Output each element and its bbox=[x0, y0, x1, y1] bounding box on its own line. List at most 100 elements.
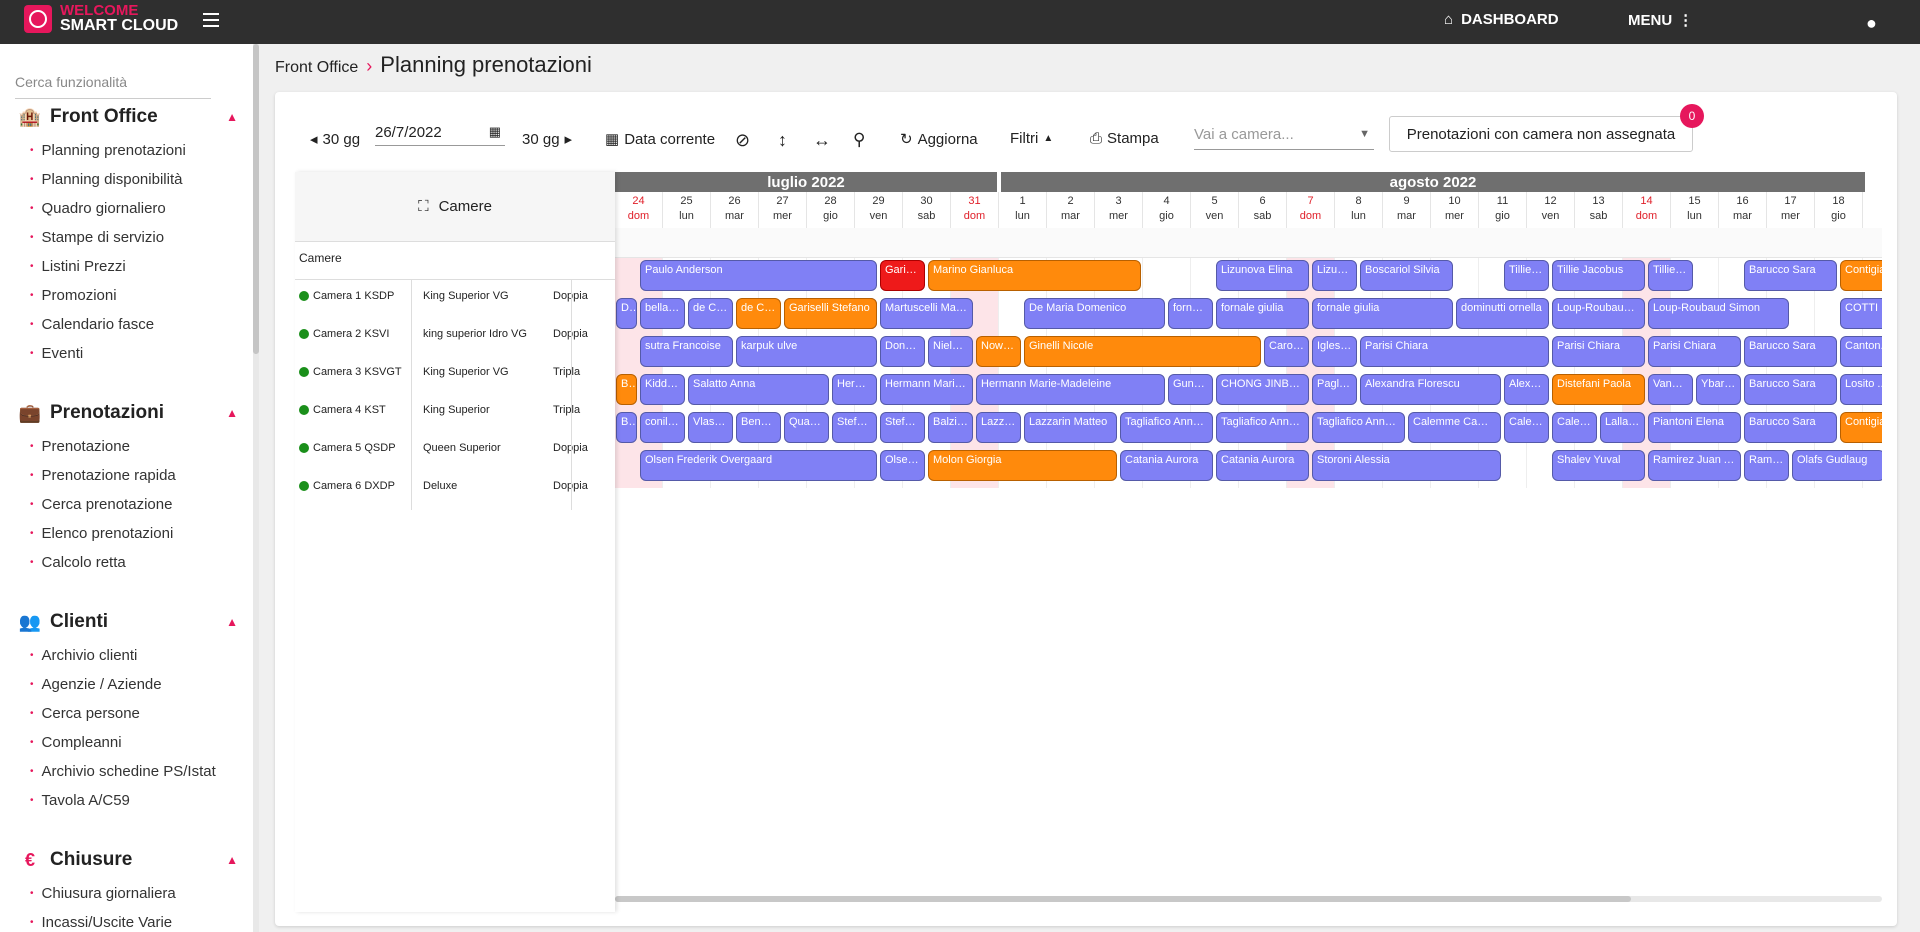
prev-30-days-button[interactable]: ◂ 30 gg bbox=[310, 130, 360, 149]
sidebar-item[interactable]: Calcolo retta bbox=[30, 554, 126, 571]
sidebar-item[interactable]: Prenotazione rapida bbox=[30, 467, 176, 484]
unassigned-reservations-button[interactable]: Prenotazioni con camera non assegnata bbox=[1389, 116, 1693, 152]
room-row[interactable]: Camera 3 KSVGT King Superior VG Tripla bbox=[295, 356, 615, 387]
chevron-up-icon[interactable]: ▲ bbox=[226, 110, 238, 124]
sidebar-section-0[interactable]: 🏨 Front Office ▲ bbox=[18, 106, 238, 128]
reservation-block[interactable]: Parisi Chiara bbox=[1648, 336, 1741, 367]
reservation-block[interactable]: Barucco Sara bbox=[1744, 336, 1837, 367]
reservation-block[interactable]: Alexan... bbox=[1504, 374, 1549, 405]
reservation-block[interactable]: Herma... bbox=[832, 374, 877, 405]
app-logo[interactable]: WELCOME SMART CLOUD bbox=[60, 3, 178, 34]
sidebar-section-3[interactable]: € Chiusure ▲ bbox=[18, 849, 238, 871]
room-row[interactable]: Camera 1 KSDP King Superior VG Doppia bbox=[295, 280, 615, 311]
reservation-block[interactable]: Ramirez Juan An... bbox=[1648, 450, 1741, 481]
reservation-block[interactable]: Parisi Chiara bbox=[1552, 336, 1645, 367]
sidebar-item[interactable]: Quadro giornaliero bbox=[30, 200, 166, 217]
reservation-block[interactable]: Lizuno... bbox=[1312, 260, 1357, 291]
reservation-block[interactable]: Ramire... bbox=[1744, 450, 1789, 481]
reservation-block[interactable]: Lizunova Elina bbox=[1216, 260, 1309, 291]
reservation-block[interactable]: De Maria Domenico bbox=[1024, 298, 1165, 329]
horizontal-resize-icon[interactable]: ↔ bbox=[813, 130, 831, 151]
sidebar-item[interactable]: Elenco prenotazioni bbox=[30, 525, 174, 542]
calendar-small-icon[interactable]: ▦ bbox=[489, 124, 501, 140]
print-button[interactable]: ⎙ Stampa bbox=[1090, 130, 1159, 147]
sidebar-item[interactable]: Cerca prenotazione bbox=[30, 496, 173, 513]
reservation-block[interactable]: Contigiani... bbox=[1840, 412, 1882, 443]
room-row[interactable]: Camera 5 QSDP Queen Superior Doppia bbox=[295, 432, 615, 463]
chevron-up-icon[interactable]: ▲ bbox=[226, 615, 238, 629]
search-icon[interactable]: ⚲ bbox=[853, 130, 865, 150]
reservation-block[interactable]: Nowza... bbox=[976, 336, 1021, 367]
reservation-block[interactable]: B... bbox=[616, 374, 637, 405]
reservation-block[interactable]: Calem... bbox=[1504, 412, 1549, 443]
reservation-block[interactable]: Gariselli Stefano bbox=[784, 298, 877, 329]
next-30-days-button[interactable]: 30 gg ▸ bbox=[522, 130, 572, 149]
reservation-block[interactable]: Lazzari... bbox=[976, 412, 1021, 443]
sidebar-item[interactable]: Archivio clienti bbox=[30, 647, 138, 664]
reservation-block[interactable]: Barucco Sara bbox=[1744, 374, 1837, 405]
sidebar-item[interactable]: Incassi/Uscite Varie bbox=[30, 914, 173, 931]
reservation-block[interactable]: Salatto Anna bbox=[688, 374, 829, 405]
reservation-block[interactable]: Barucco Sara bbox=[1744, 260, 1837, 291]
sidebar-scrollbar[interactable] bbox=[253, 44, 259, 932]
sidebar-item[interactable]: Calendario fasce bbox=[30, 316, 155, 333]
sidebar-item[interactable]: Listini Prezzi bbox=[30, 258, 126, 275]
reservation-block[interactable]: Lazzarin Matteo bbox=[1024, 412, 1117, 443]
reservation-block[interactable]: Catania Aurora bbox=[1120, 450, 1213, 481]
reservation-block[interactable]: Donnel... bbox=[880, 336, 925, 367]
reservation-block[interactable]: B... bbox=[616, 412, 637, 443]
timeline[interactable]: luglio 2022 agosto 2022 24 dom 25 lun 26 mar 27 m… bbox=[615, 172, 1882, 912]
sidebar-item[interactable]: Tavola A/C59 bbox=[30, 792, 130, 809]
reservation-block[interactable]: Molon Giorgia bbox=[928, 450, 1117, 481]
reservation-block[interactable]: Calemme Camilla bbox=[1408, 412, 1501, 443]
reservation-block[interactable]: Paulo Anderson bbox=[640, 260, 877, 291]
reservation-block[interactable]: Benha... bbox=[736, 412, 781, 443]
dashboard-button[interactable]: ⌂ DASHBOARD bbox=[1444, 11, 1559, 28]
reservation-block[interactable]: Iglesia... bbox=[1312, 336, 1357, 367]
sidebar-item[interactable]: Planning disponibilità bbox=[30, 171, 183, 188]
room-row[interactable]: Camera 6 DXDP Deluxe Doppia bbox=[295, 470, 615, 501]
reservation-block[interactable]: COTTI ... bbox=[1840, 298, 1882, 329]
room-row[interactable]: Camera 4 KST King Superior Tripla bbox=[295, 394, 615, 425]
reservation-block[interactable]: dominutti ornella bbox=[1456, 298, 1549, 329]
reservation-block[interactable]: Lalla Gi... bbox=[1600, 412, 1645, 443]
filters-button[interactable]: Filtri ▲ bbox=[1010, 130, 1053, 147]
reservation-block[interactable]: D... bbox=[616, 298, 637, 329]
room-select[interactable]: Vai a camera... ▼ bbox=[1194, 126, 1374, 150]
reservation-block[interactable]: Barucco Sara bbox=[1744, 412, 1837, 443]
sidebar-section-2[interactable]: 👥 Clienti ▲ bbox=[18, 611, 238, 633]
sidebar-item[interactable]: Cerca persone bbox=[30, 705, 140, 722]
reservation-block[interactable]: Hermann Marie-... bbox=[880, 374, 973, 405]
sidebar-item[interactable]: Eventi bbox=[30, 345, 84, 362]
reservation-block[interactable]: Tillie Ja... bbox=[1504, 260, 1549, 291]
reservation-block[interactable]: CHONG JINBOM bbox=[1216, 374, 1309, 405]
reservation-block[interactable]: Kidder ... bbox=[640, 374, 685, 405]
sidebar-section-1[interactable]: 💼 Prenotazioni ▲ bbox=[18, 402, 238, 424]
sidebar-search-input[interactable]: Cerca funzionalità bbox=[15, 74, 211, 99]
reservation-block[interactable]: Balzi J... bbox=[928, 412, 973, 443]
chevron-up-icon[interactable]: ▲ bbox=[226, 406, 238, 420]
current-date-button[interactable]: ▦ Data corrente bbox=[605, 130, 715, 149]
reservation-block[interactable]: Loup-Roubaud S... bbox=[1552, 298, 1645, 329]
horizontal-scrollbar[interactable] bbox=[615, 896, 1882, 902]
breadcrumb-parent[interactable]: Front Office bbox=[275, 59, 358, 77]
reservation-block[interactable]: Piantoni Elena bbox=[1648, 412, 1741, 443]
reservation-block[interactable]: Gundo... bbox=[1168, 374, 1213, 405]
reservation-block[interactable]: Olafs Gudlaug bbox=[1792, 450, 1882, 481]
reservation-block[interactable]: Boscariol Silvia bbox=[1360, 260, 1453, 291]
reservation-block[interactable]: fornale... bbox=[1168, 298, 1213, 329]
reservation-block[interactable]: Distefani Paola bbox=[1552, 374, 1645, 405]
reservation-block[interactable]: Shalev Yuval bbox=[1552, 450, 1645, 481]
reservation-block[interactable]: fornale giulia bbox=[1312, 298, 1453, 329]
reservation-block[interactable]: Garisel... bbox=[880, 260, 925, 291]
hamburger-menu-icon[interactable] bbox=[203, 13, 219, 27]
reservation-block[interactable]: Ybarra ... bbox=[1696, 374, 1741, 405]
vertical-resize-icon[interactable]: ↕ bbox=[778, 130, 787, 151]
reservation-block[interactable]: Nielse... bbox=[928, 336, 973, 367]
reservation-block[interactable]: Contigiani... bbox=[1840, 260, 1882, 291]
reservation-block[interactable]: Losito ... bbox=[1840, 374, 1882, 405]
reservation-block[interactable]: Canton... bbox=[1840, 336, 1882, 367]
reservation-block[interactable]: de Ces... bbox=[736, 298, 781, 329]
reservation-block[interactable]: Storoni Alessia bbox=[1312, 450, 1501, 481]
hide-icon[interactable]: ⊘ bbox=[735, 130, 750, 151]
